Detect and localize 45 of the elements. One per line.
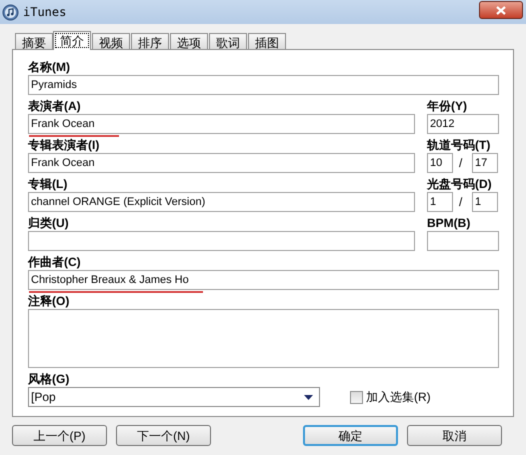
field-label: 轨道号码(T) [427, 138, 490, 152]
close-button[interactable] [479, 1, 523, 19]
tab[interactable]: 简介 [53, 31, 91, 50]
dialog-button[interactable]: 上一个(P) [12, 425, 107, 446]
field-label: 专辑(L) [28, 177, 68, 191]
tab[interactable]: 摘要 [15, 33, 53, 49]
text-field[interactable]: channel ORANGE (Explicit Version) [28, 192, 415, 212]
field-label: 表演者(A) [28, 99, 81, 113]
text-field[interactable]: Christopher Breaux & James Ho [28, 270, 499, 290]
field-label: BPM(B) [427, 216, 470, 230]
tab[interactable]: 视频 [92, 33, 130, 49]
tab[interactable]: 插图 [248, 33, 286, 49]
dialog-button[interactable]: 取消 [407, 425, 502, 446]
text-field[interactable]: Pyramids [28, 75, 499, 95]
field-label: 名称(M) [28, 60, 70, 74]
comments-field[interactable] [28, 309, 499, 368]
text-field[interactable]: 17 [472, 153, 498, 173]
window-title: iTunes [23, 4, 68, 21]
text-field[interactable]: 1 [472, 192, 498, 212]
field-label: 作曲者(C) [28, 255, 81, 269]
text-field[interactable] [28, 231, 415, 251]
separator: / [459, 155, 464, 172]
field-label: 年份(Y) [427, 99, 467, 113]
dropdown-arrow-icon [304, 394, 313, 400]
genre-dropdown[interactable]: [Pop [28, 387, 320, 407]
compilation-checkbox[interactable]: 加入选集(R) [350, 387, 431, 407]
separator: / [459, 194, 464, 211]
field-label: 风格(G) [28, 372, 70, 386]
field-label: 注释(O) [28, 294, 70, 308]
field-label: 专辑表演者(I) [28, 138, 100, 152]
text-field[interactable]: 1 [427, 192, 453, 212]
tab[interactable]: 排序 [131, 33, 169, 49]
field-label: 归类(U) [28, 216, 69, 230]
tab[interactable]: 歌词 [209, 33, 247, 49]
close-icon [496, 6, 506, 14]
text-field[interactable]: Frank Ocean [28, 114, 415, 134]
tab[interactable]: 选项 [170, 33, 208, 49]
text-field[interactable]: 2012 [427, 114, 499, 134]
dialog-button[interactable]: 下一个(N) [116, 425, 211, 446]
text-field[interactable]: 10 [427, 153, 453, 173]
text-field[interactable] [427, 231, 499, 251]
field-label: 光盘号码(D) [427, 177, 492, 191]
dialog-button[interactable]: 确定 [303, 425, 398, 446]
text-field[interactable]: Frank Ocean [28, 153, 415, 173]
music-note-icon [2, 4, 19, 20]
